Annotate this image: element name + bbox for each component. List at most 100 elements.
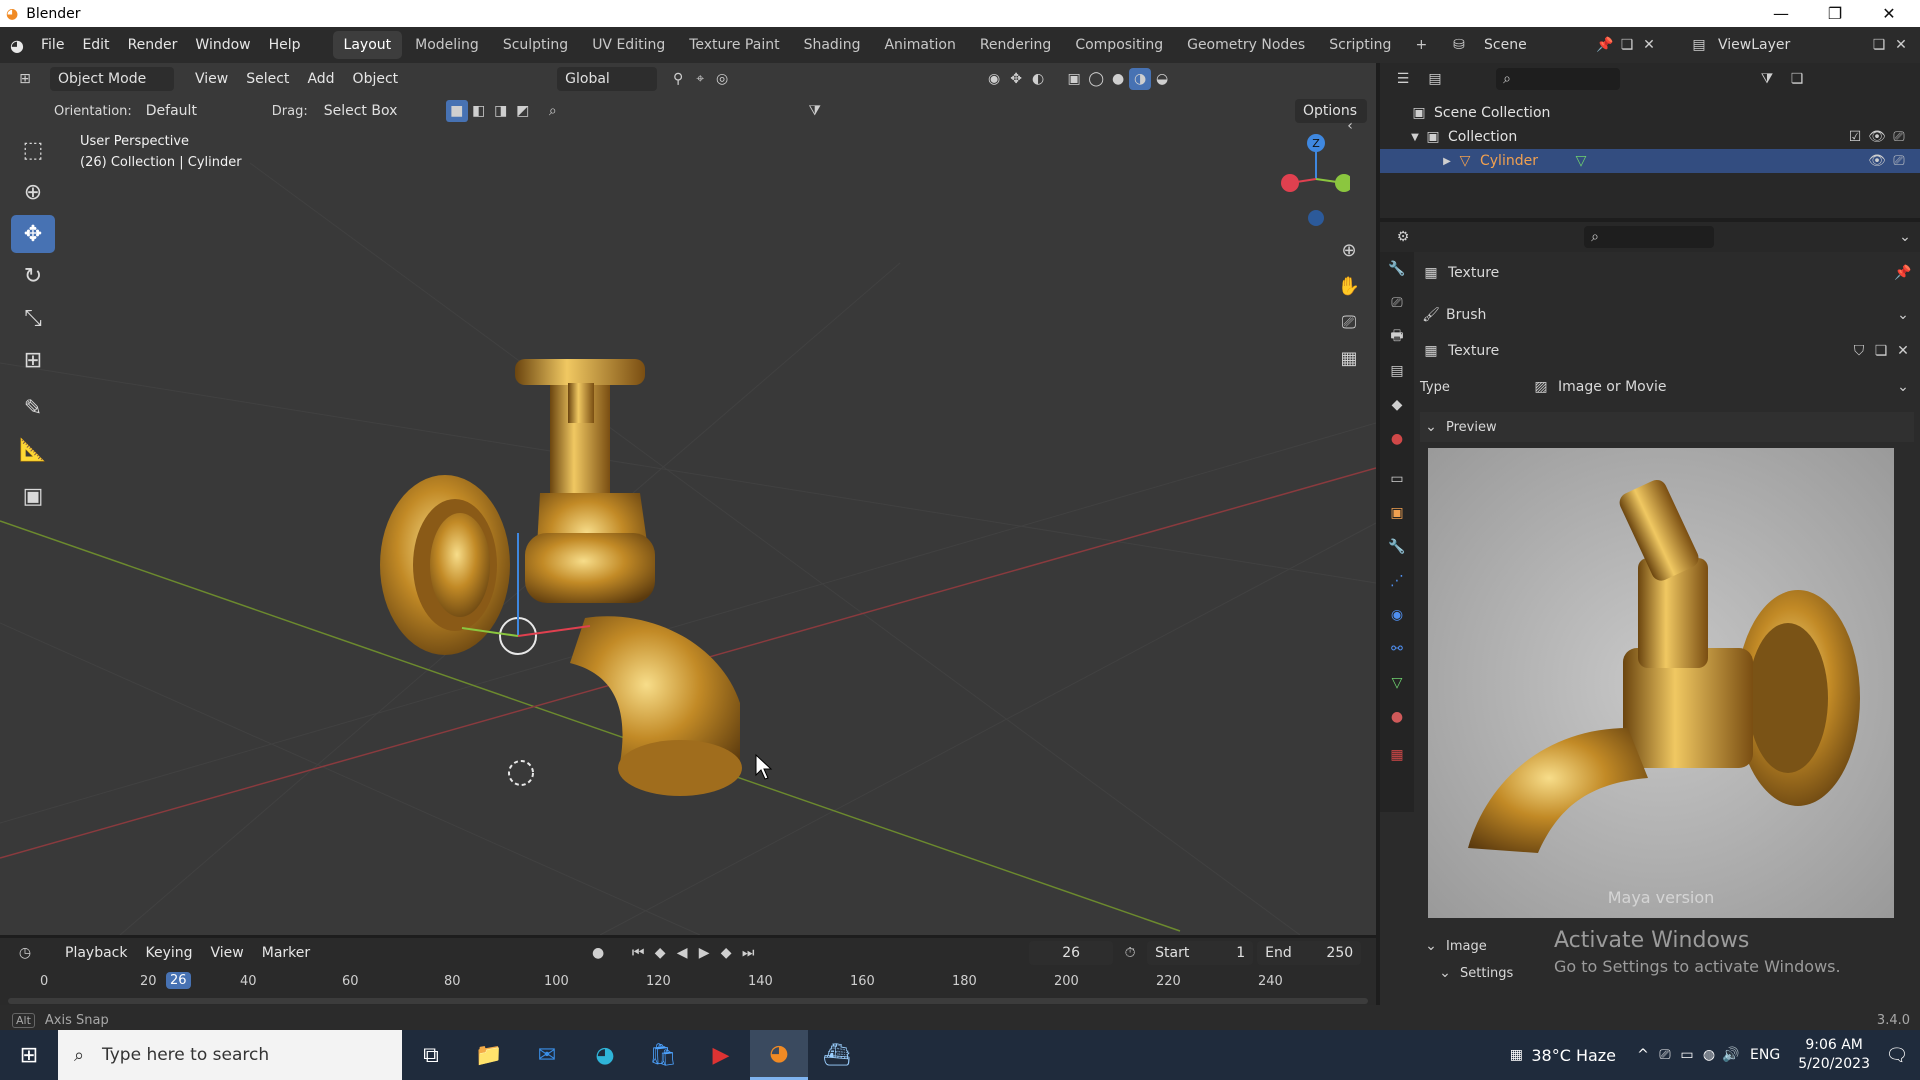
mode-dropdown[interactable]: Object Mode	[50, 67, 174, 91]
display-mode-icon[interactable]: ▤	[1424, 68, 1446, 90]
modifier-tab-icon[interactable]: 🔧	[1386, 536, 1408, 558]
weather-text[interactable]: 38°C Haze	[1531, 1046, 1616, 1065]
preview-section-header[interactable]: ⌄ Preview	[1420, 412, 1914, 442]
material-shading-icon[interactable]: ◑	[1129, 68, 1152, 90]
wireframe-shading-icon[interactable]: ◯	[1085, 68, 1107, 90]
tab-rendering[interactable]: Rendering	[969, 31, 1063, 59]
next-keyframe-icon[interactable]: ◆	[715, 942, 737, 964]
drag-dropdown[interactable]: Select Box	[316, 99, 406, 123]
tab-scripting[interactable]: Scripting	[1318, 31, 1402, 59]
add-workspace-icon[interactable]: +	[1404, 31, 1438, 59]
tab-modeling[interactable]: Modeling	[404, 31, 490, 59]
scene-tab-icon[interactable]: ◆	[1386, 394, 1408, 416]
move-tool-icon[interactable]: ✥	[11, 215, 55, 253]
eye-icon[interactable]: 👁	[1866, 150, 1888, 172]
viewlayer-selector[interactable]: ▤ ViewLayer ❏ ✕	[1688, 32, 1912, 58]
new-scene-icon[interactable]: ❏	[1616, 34, 1638, 56]
outliner-search-input[interactable]: ⌕	[1496, 68, 1620, 90]
editor-type-icon[interactable]: ⊞	[14, 68, 36, 90]
annotate-tool-icon[interactable]: ✎	[11, 389, 55, 427]
select-subtract-icon[interactable]: ◨	[490, 100, 512, 122]
duplicate-icon[interactable]: ❏	[1870, 340, 1892, 362]
expand-arrow-icon[interactable]: ▶	[1440, 150, 1454, 172]
faucet-model[interactable]	[380, 359, 742, 796]
windows-start-icon[interactable]: ⊞	[0, 1030, 58, 1080]
texture-tab-icon[interactable]: ▦	[1386, 744, 1408, 766]
select-extend-icon[interactable]: ◧	[468, 100, 490, 122]
camera-icon[interactable]: ⎚	[1338, 311, 1360, 333]
ortho-grid-icon[interactable]: ▦	[1338, 347, 1360, 369]
visibility-icon[interactable]: ◉	[983, 68, 1005, 90]
scale-tool-icon[interactable]: ⤡	[11, 299, 55, 337]
timeline-ruler[interactable]: 0 20 26 40 60 80 100 120 140 160 180 200…	[0, 970, 1376, 996]
play-icon[interactable]: ▶	[693, 942, 715, 964]
timeline-scrollbar[interactable]	[8, 998, 1368, 1004]
outliner-editor-icon[interactable]: ☰	[1392, 68, 1414, 90]
tool-tab-icon[interactable]: 🔧	[1386, 258, 1408, 280]
particles-tab-icon[interactable]: ⋰	[1386, 570, 1408, 592]
blender-menu-icon[interactable]: ◕	[10, 36, 32, 55]
render-camera-icon[interactable]: ⎚	[1888, 150, 1910, 172]
select-new-icon[interactable]: ■	[445, 100, 468, 122]
viewport-menu-view[interactable]: View	[186, 63, 237, 97]
stopwatch-icon[interactable]: ⏱	[1119, 942, 1141, 964]
menu-help[interactable]: Help	[260, 27, 310, 63]
sidebar-toggle-icon[interactable]: ‹	[1339, 115, 1361, 137]
texture-datablock[interactable]: ▦ Texture ⛉ ❏ ✕	[1420, 336, 1914, 366]
prev-keyframe-icon[interactable]: ◆	[649, 942, 671, 964]
scene-name[interactable]: Scene	[1484, 37, 1594, 53]
viewport-menu-object[interactable]: Object	[344, 63, 408, 97]
collapse-arrow-icon[interactable]: ▼	[1408, 126, 1422, 148]
outliner-row-cylinder[interactable]: ▶ ▽ Cylinder ▽ 👁 ⎚	[1380, 149, 1920, 173]
eye-icon[interactable]: 👁	[1866, 126, 1888, 148]
output-tab-icon[interactable]: 🖶	[1386, 326, 1408, 348]
current-frame-field[interactable]: 26	[1029, 941, 1114, 965]
minimize-button[interactable]: —	[1758, 0, 1804, 27]
render-tab-icon[interactable]: ⎚	[1386, 292, 1408, 314]
viewport-menu-add[interactable]: Add	[298, 63, 343, 97]
jump-start-icon[interactable]: ⏮	[627, 942, 649, 964]
restore-button[interactable]: ❐	[1812, 0, 1858, 27]
remove-viewlayer-icon[interactable]: ✕	[1890, 34, 1912, 56]
file-explorer-icon[interactable]: 📁	[460, 1030, 518, 1080]
properties-editor-icon[interactable]: ⚙	[1392, 226, 1414, 248]
proportional-icon[interactable]: ◎	[711, 68, 733, 90]
remove-scene-icon[interactable]: ✕	[1638, 34, 1660, 56]
new-collection-icon[interactable]: ❏	[1786, 68, 1808, 90]
store-icon[interactable]: 🛍	[634, 1030, 692, 1080]
end-frame-field[interactable]: End 250	[1257, 941, 1362, 965]
play-reverse-icon[interactable]: ◀	[671, 942, 693, 964]
rotate-tool-icon[interactable]: ↻	[11, 257, 55, 295]
transform-tool-icon[interactable]: ⊞	[11, 341, 55, 379]
timeline-menu-keying[interactable]: Keying	[136, 935, 201, 971]
edge-browser-icon[interactable]: ◕	[576, 1030, 634, 1080]
task-view-icon[interactable]: ⧉	[402, 1030, 460, 1080]
menu-file[interactable]: File	[32, 27, 73, 63]
pan-hand-icon[interactable]: ✋	[1338, 275, 1360, 297]
constraints-tab-icon[interactable]: ⚯	[1386, 638, 1408, 660]
render-camera-icon[interactable]: ⎚	[1888, 126, 1910, 148]
mesh-data-icon[interactable]: ▽	[1570, 150, 1592, 172]
outliner-filter-icon[interactable]: ⧩	[1756, 68, 1778, 90]
brush-selector[interactable]: 🖌 Brush ⌄	[1420, 300, 1914, 330]
transform-orientation-dropdown[interactable]: Global	[557, 67, 658, 91]
world-tab-icon[interactable]: ●	[1386, 428, 1408, 450]
network-icon[interactable]: ◍	[1698, 1044, 1720, 1066]
meet-icon[interactable]: ⎚	[1654, 1044, 1676, 1066]
viewport-menu-select[interactable]: Select	[237, 63, 298, 97]
playhead-frame-label[interactable]: 26	[166, 972, 191, 989]
cursor-tool-icon[interactable]: ⊕	[11, 173, 55, 211]
snap-icon[interactable]: ⌖	[689, 68, 711, 90]
solid-shading-icon[interactable]: ●	[1107, 68, 1129, 90]
fake-user-icon[interactable]: ⛉	[1848, 340, 1870, 362]
overlay-icon[interactable]: ◐	[1027, 68, 1049, 90]
blender-taskbar-icon[interactable]: ◕	[750, 1030, 808, 1080]
data-tab-icon[interactable]: ▽	[1386, 672, 1408, 694]
type-dropdown[interactable]: Image or Movie	[1558, 379, 1892, 395]
tab-layout[interactable]: Layout	[332, 31, 403, 59]
weather-icon[interactable]: ▦	[1505, 1044, 1527, 1066]
material-tab-icon[interactable]: ●	[1386, 706, 1408, 728]
pin-icon[interactable]: 📌	[1594, 34, 1616, 56]
add-cube-tool-icon[interactable]: ▣	[11, 477, 55, 515]
tab-shading[interactable]: Shading	[793, 31, 872, 59]
